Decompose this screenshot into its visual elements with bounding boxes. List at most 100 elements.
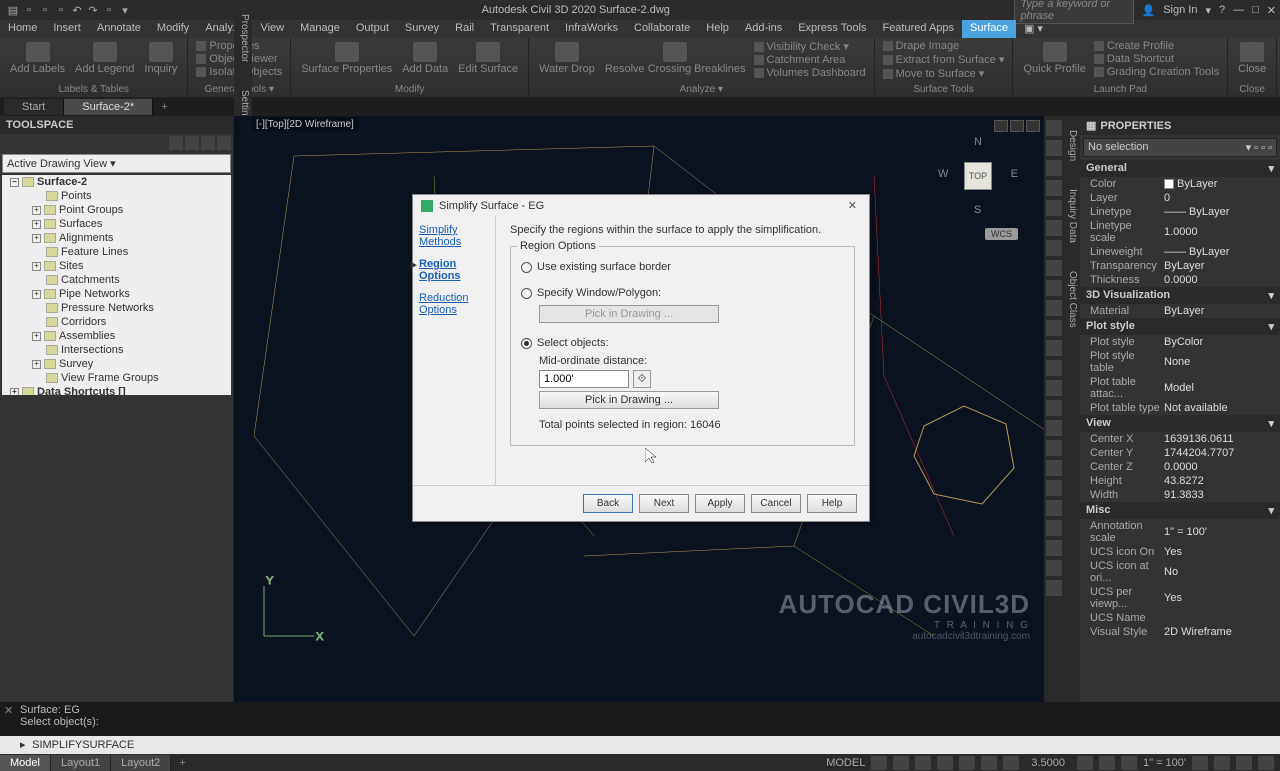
ribbon-gradingcreationtools[interactable]: Grading Creation Tools <box>1094 66 1219 78</box>
right-tool-icon[interactable] <box>1046 420 1062 436</box>
qat-save-icon[interactable]: ▫ <box>54 3 68 17</box>
ribbon-add-legend[interactable]: Add Legend <box>73 40 136 77</box>
ribbon-volumesdashboard[interactable]: Volumes Dashboard <box>754 67 866 79</box>
tree-item[interactable]: + Sites <box>2 259 231 273</box>
right-tool-icon[interactable] <box>1046 300 1062 316</box>
tree-item[interactable]: − Surface-2 <box>2 175 231 189</box>
ribbon-catchmentarea[interactable]: Catchment Area <box>754 54 866 66</box>
ribbon-water-drop[interactable]: Water Drop <box>537 40 597 77</box>
ribbon-extractfromsurface[interactable]: Extract from Surface ▾ <box>883 53 1005 66</box>
ribbon-resolve-crossing-breaklines[interactable]: Resolve Crossing Breaklines <box>603 40 748 77</box>
tree-item[interactable]: Catchments <box>2 273 231 287</box>
qat-app-icon[interactable]: ▤ <box>6 3 20 17</box>
tree-item[interactable]: + Survey <box>2 357 231 371</box>
tree-item[interactable]: Feature Lines <box>2 245 231 259</box>
sb-btn[interactable] <box>1077 756 1093 770</box>
sb-btn[interactable] <box>1099 756 1115 770</box>
qat-undo-icon[interactable]: ↶ <box>70 3 84 17</box>
tab-add-icon[interactable]: + <box>153 101 175 113</box>
prop-row[interactable]: Thickness0.0000 <box>1080 273 1280 287</box>
viewcube-n[interactable]: N <box>974 136 982 148</box>
prop-row[interactable]: Plot table attac...Model <box>1080 375 1280 401</box>
right-tool-icon[interactable] <box>1046 440 1062 456</box>
right-tool-icon[interactable] <box>1046 400 1062 416</box>
prop-row[interactable]: Height43.8272 <box>1080 474 1280 488</box>
ribbon-add-data[interactable]: Add Data <box>400 40 450 77</box>
menu-infraworks[interactable]: InfraWorks <box>557 20 626 38</box>
back-button[interactable]: Back <box>583 494 633 513</box>
prop-row[interactable]: Lineweight—— ByLayer <box>1080 245 1280 259</box>
prop-row[interactable]: Center Z0.0000 <box>1080 460 1280 474</box>
maximize-icon[interactable]: □ <box>1252 4 1259 16</box>
menu-surface[interactable]: Surface <box>962 20 1016 38</box>
tree-item[interactable]: Corridors <box>2 315 231 329</box>
prop-section[interactable]: General▾ <box>1080 160 1280 177</box>
right-tool-icon[interactable] <box>1046 140 1062 156</box>
qat-more-icon[interactable]: ▾ <box>118 3 132 17</box>
right-tool-icon[interactable] <box>1046 380 1062 396</box>
ribbon-edit-surface[interactable]: Edit Surface <box>456 40 520 77</box>
signin-icon[interactable]: 👤 <box>1142 4 1156 17</box>
sb-btn[interactable] <box>1258 756 1274 770</box>
menu-output[interactable]: Output <box>348 20 397 38</box>
right-tool-icon[interactable] <box>1046 360 1062 376</box>
radio-select-objects[interactable] <box>521 338 532 349</box>
menu-express-tools[interactable]: Express Tools <box>790 20 874 38</box>
pick-distance-icon[interactable]: ⟐ <box>633 370 651 388</box>
viewcube-s[interactable]: S <box>974 204 981 216</box>
status-model[interactable]: MODEL <box>826 757 865 769</box>
right-tool-icon[interactable] <box>1046 180 1062 196</box>
tree-item[interactable]: + Surfaces <box>2 217 231 231</box>
sb-btn[interactable] <box>937 756 953 770</box>
radio-existing-border[interactable] <box>521 262 532 273</box>
menu-rail[interactable]: Rail <box>447 20 482 38</box>
ts-tool-2[interactable] <box>185 136 199 150</box>
qat-new-icon[interactable]: ▫ <box>22 3 36 17</box>
right-tool-icon[interactable] <box>1046 240 1062 256</box>
sb-btn[interactable] <box>959 756 975 770</box>
close-icon[interactable]: ✕ <box>1267 4 1276 17</box>
menu-help[interactable]: Help <box>698 20 737 38</box>
layout-tab[interactable]: Layout2 <box>111 755 171 771</box>
ribbon-quick-profile[interactable]: Quick Profile <box>1021 40 1087 77</box>
menu-extra[interactable]: ▣ ▾ <box>1016 20 1051 38</box>
prop-row[interactable]: Visual Style2D Wireframe <box>1080 625 1280 639</box>
wcs-badge[interactable]: WCS <box>985 228 1018 240</box>
properties-selection-combo[interactable]: No selection▾ ▫ ▫ ▫ <box>1083 138 1277 157</box>
right-tool-icon[interactable] <box>1046 560 1062 576</box>
sb-btn[interactable] <box>1121 756 1137 770</box>
prop-section[interactable]: Misc▾ <box>1080 502 1280 519</box>
prop-row[interactable]: Plot table typeNot available <box>1080 401 1280 415</box>
help-button[interactable]: Help <box>807 494 857 513</box>
right-tool-icon[interactable] <box>1046 280 1062 296</box>
right-tool-icon[interactable] <box>1046 480 1062 496</box>
qat-print-icon[interactable]: ▫ <box>102 3 116 17</box>
right-tool-icon[interactable] <box>1046 520 1062 536</box>
ts-tool-1[interactable] <box>169 136 183 150</box>
ribbon-drapeimage[interactable]: Drape Image <box>883 40 1005 52</box>
right-tool-icon[interactable] <box>1046 340 1062 356</box>
ribbon-add-labels[interactable]: Add Labels <box>8 40 67 77</box>
dialog-titlebar[interactable]: Simplify Surface - EG ✕ <box>413 195 869 216</box>
prop-row[interactable]: Linetype—— ByLayer <box>1080 205 1280 219</box>
prop-row[interactable]: Annotation scale1" = 100' <box>1080 519 1280 545</box>
prop-row[interactable]: TransparencyByLayer <box>1080 259 1280 273</box>
cancel-button[interactable]: Cancel <box>751 494 801 513</box>
menu-insert[interactable]: Insert <box>45 20 89 38</box>
sb-btn[interactable] <box>981 756 997 770</box>
doc-tab[interactable]: Surface-2* <box>64 99 153 115</box>
prop-section[interactable]: 3D Visualization▾ <box>1080 287 1280 304</box>
dialog-nav-link[interactable]: Reduction Options <box>419 292 489 316</box>
tree-item[interactable]: View Frame Groups <box>2 371 231 385</box>
sb-btn[interactable] <box>871 756 887 770</box>
ts-tool-4[interactable] <box>217 136 231 150</box>
layout-tab[interactable]: Model <box>0 755 51 771</box>
prop-row[interactable]: UCS Name <box>1080 611 1280 625</box>
signin-label[interactable]: Sign In <box>1163 4 1197 16</box>
help-icon[interactable]: ? <box>1219 4 1225 16</box>
doc-tab[interactable]: Start <box>4 99 64 115</box>
tree-item[interactable]: Points <box>2 189 231 203</box>
tree-item[interactable]: + Point Groups <box>2 203 231 217</box>
tree-item[interactable]: + Data Shortcuts [] <box>2 385 231 395</box>
sb-btn[interactable] <box>1192 756 1208 770</box>
